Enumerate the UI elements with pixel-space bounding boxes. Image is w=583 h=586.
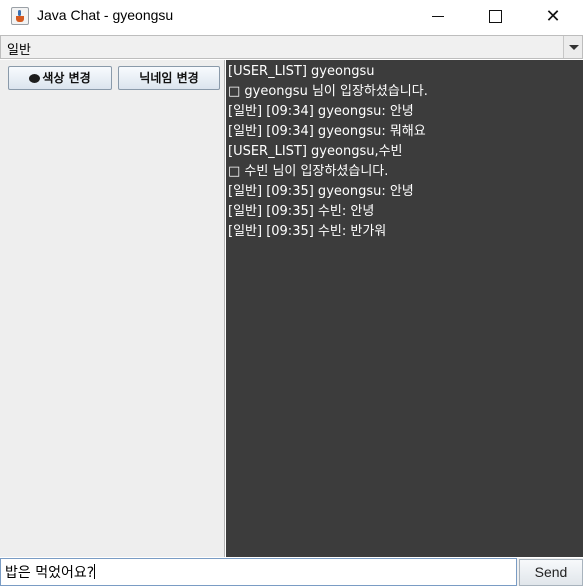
chat-message: □ gyeongsu 님이 입장하셨습니다.	[228, 84, 428, 99]
nickname-change-label: 닉네임 변경	[139, 71, 199, 85]
message-input-value: 밥은 먹었어요?	[5, 565, 95, 581]
chat-message: [일반] [09:35] 수빈: 안녕	[228, 204, 375, 219]
chat-message: [일반] [09:34] gyeongsu: 뭐해요	[228, 124, 426, 139]
maximize-icon	[489, 10, 502, 23]
window-title: Java Chat - gyeongsu	[37, 7, 174, 23]
chat-log[interactable]: [USER_LIST] gyeongsu □ gyeongsu 님이 입장하셨습…	[226, 60, 583, 557]
palette-icon	[29, 74, 41, 83]
minimize-button[interactable]	[415, 0, 461, 33]
java-coffee-icon	[11, 7, 29, 25]
chat-message: [USER_LIST] gyeongsu	[228, 64, 375, 79]
room-select[interactable]: 일반	[0, 35, 583, 59]
nickname-change-button[interactable]: 닉네임 변경	[118, 66, 220, 90]
chat-message: [일반] [09:35] 수빈: 반가워	[228, 224, 387, 239]
color-change-label: 색상 변경	[42, 71, 91, 85]
title-bar[interactable]: Java Chat - gyeongsu ✕	[0, 0, 583, 34]
close-button[interactable]: ✕	[530, 0, 576, 33]
text-caret	[94, 564, 96, 579]
chat-message: [일반] [09:34] gyeongsu: 안녕	[228, 104, 414, 119]
message-input[interactable]: 밥은 먹었어요?	[0, 558, 517, 586]
room-select-arrow-button[interactable]	[563, 36, 582, 58]
color-change-button[interactable]: 색상 변경	[8, 66, 112, 90]
room-select-value: 일반	[7, 43, 31, 58]
maximize-button[interactable]	[472, 0, 518, 33]
chat-message: □ 수빈 님이 입장하셨습니다.	[228, 164, 389, 179]
input-row: 밥은 먹었어요? Send	[0, 558, 583, 586]
chat-message: [USER_LIST] gyeongsu,수빈	[228, 144, 403, 159]
send-button[interactable]: Send	[519, 559, 583, 586]
minimize-icon	[432, 16, 444, 17]
chevron-down-icon	[569, 45, 579, 50]
chat-message: [일반] [09:35] gyeongsu: 안녕	[228, 184, 414, 199]
close-icon: ✕	[545, 6, 561, 27]
left-panel: 색상 변경 닉네임 변경	[0, 60, 225, 557]
